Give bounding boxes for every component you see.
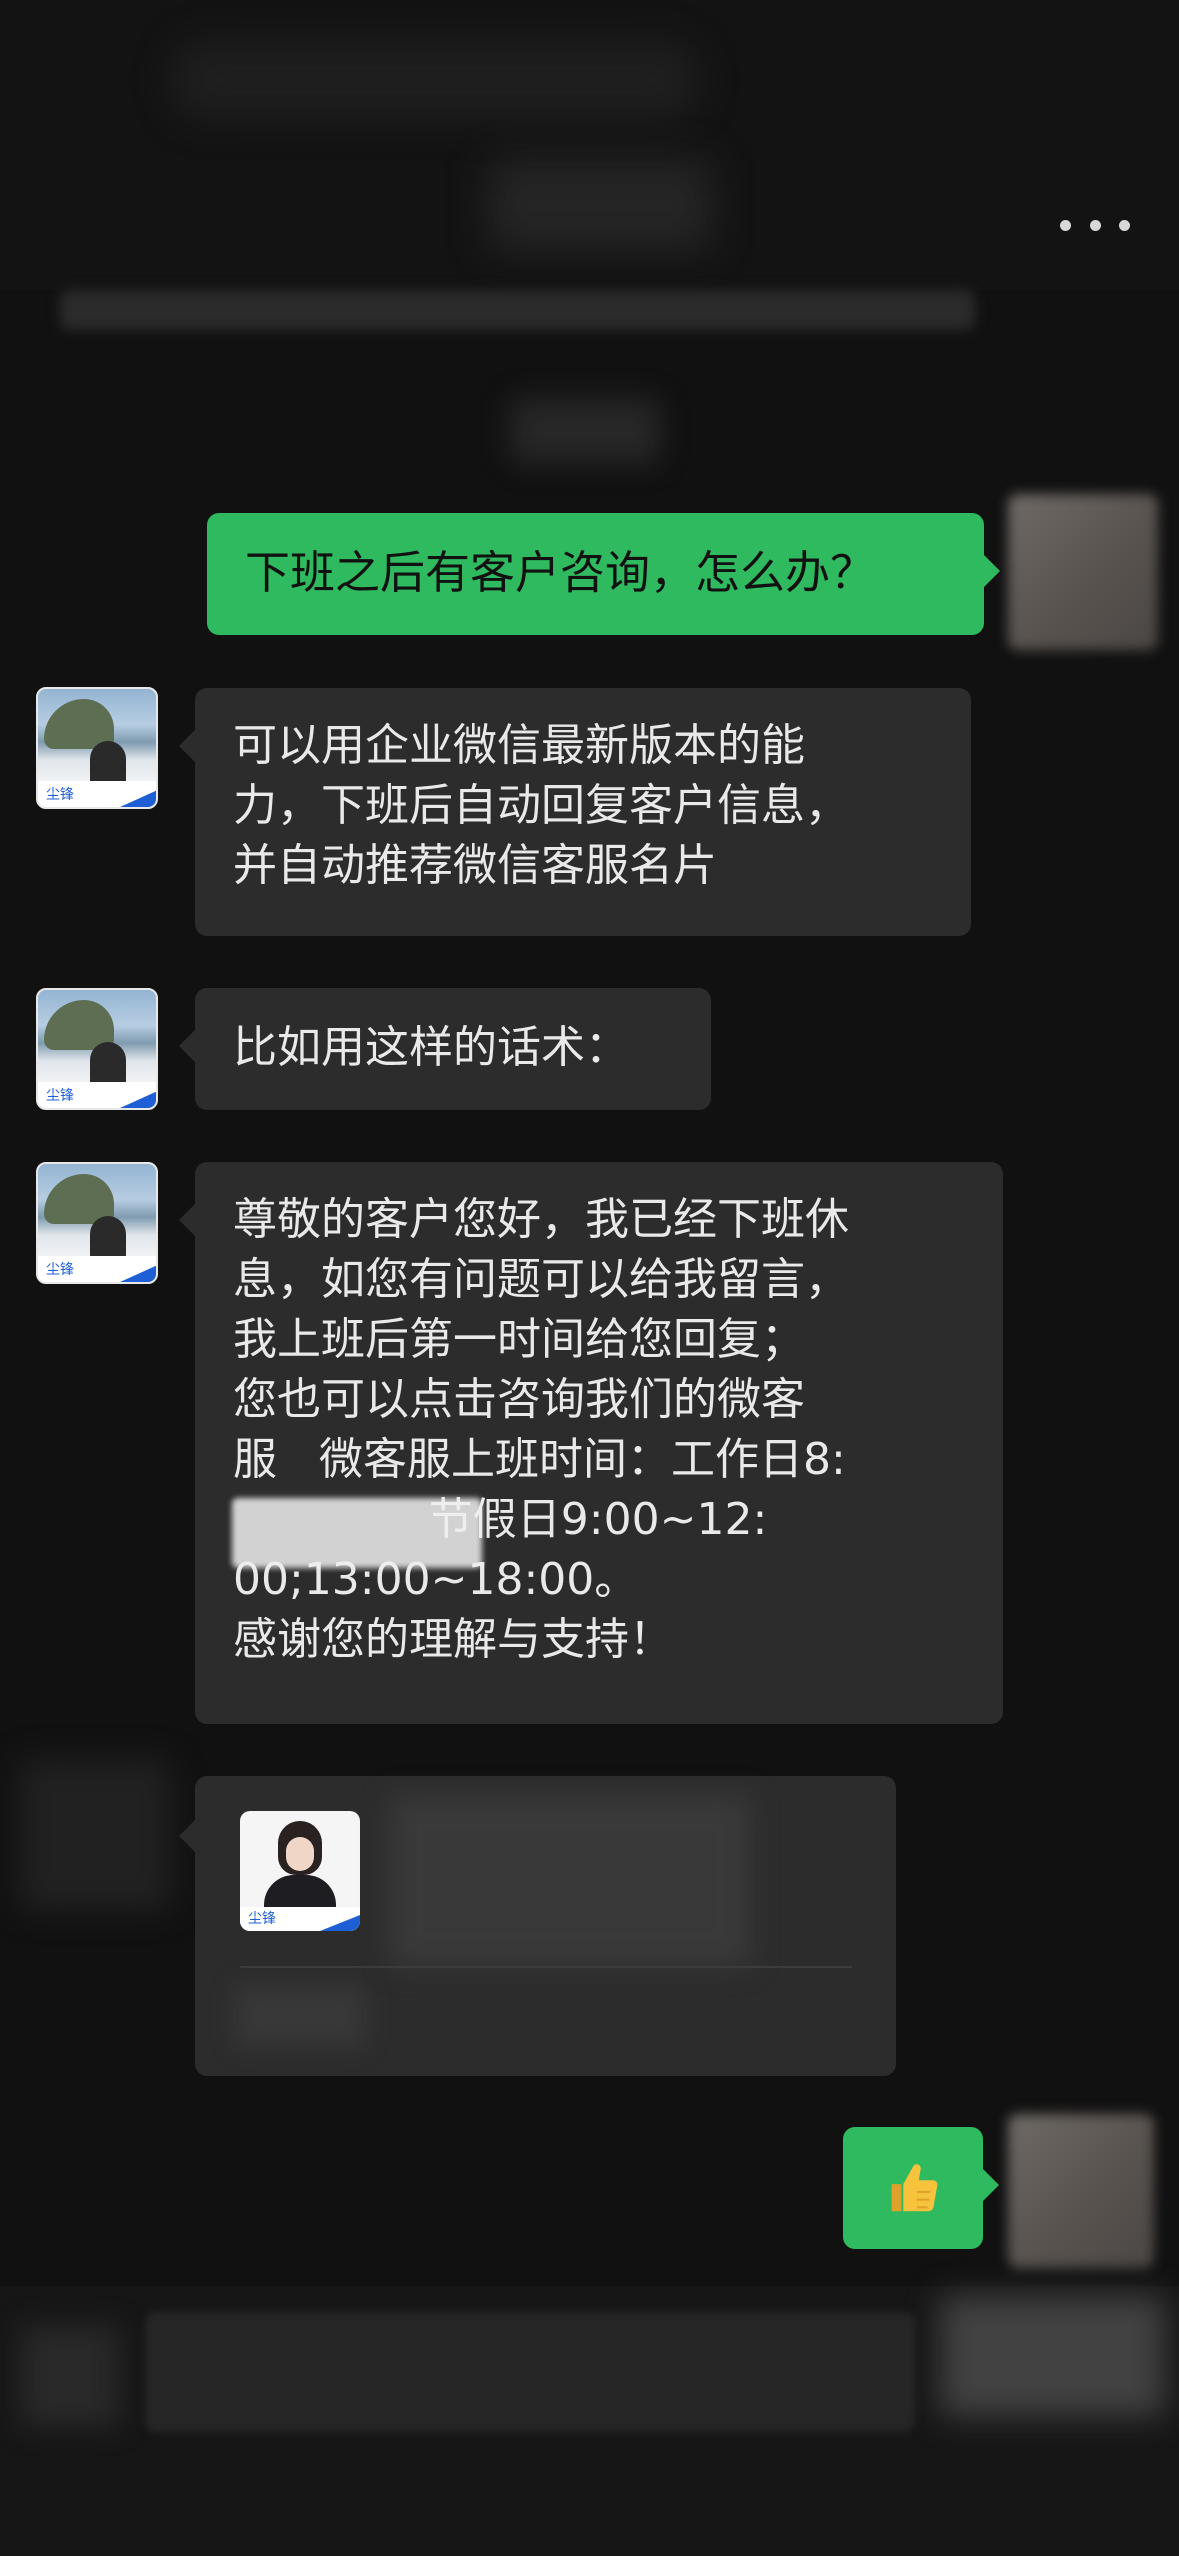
message-line: 尊敬的客户您好，我已经下班休: [233, 1194, 849, 1245]
contact-avatar[interactable]: 尘锋: [36, 1162, 158, 1284]
message-text: 比如用这样的话术：: [233, 1022, 629, 1073]
message-text: 下班之后有客户咨询，怎么办？: [245, 546, 876, 599]
avatar-brand-label: 尘锋: [46, 787, 74, 803]
card-avatar: 尘锋: [240, 1811, 360, 1931]
blurred-sender-avatar: [20, 1760, 170, 1910]
avatar-brand-label: 尘锋: [46, 1088, 74, 1104]
voice-toggle-button[interactable]: [20, 2326, 120, 2426]
card-divider: [240, 1966, 852, 1968]
message-line: 并自动推荐微信客服名片: [233, 840, 717, 891]
message-line: 我上班后第一时间给您回复；: [233, 1314, 805, 1365]
message-line: 息，如您有问题可以给我留言，: [233, 1254, 849, 1305]
contact-avatar[interactable]: 尘锋: [36, 687, 158, 809]
chat-screen: 下班之后有客户咨询，怎么办？ 尘锋 可以用企业微信最新版本的能 力，下班后自动回…: [0, 0, 1179, 2556]
contact-card-message[interactable]: 尘锋: [179, 1776, 896, 2076]
blurred-timestamp: [510, 398, 660, 464]
self-avatar[interactable]: [1008, 2114, 1154, 2268]
blurred-title: [170, 40, 700, 120]
incoming-message[interactable]: 尊敬的客户您好，我已经下班休 息，如您有问题可以给我留言， 我上班后第一时间给您…: [179, 1162, 1003, 1724]
incoming-message[interactable]: 比如用这样的话术：: [179, 988, 711, 1110]
avatar-brand-label: 尘锋: [248, 1911, 276, 1927]
blurred-card-name: [390, 1796, 750, 1966]
contact-avatar[interactable]: 尘锋: [36, 988, 158, 1110]
redacted-text: [232, 1498, 482, 1568]
outgoing-message[interactable]: 下班之后有客户咨询，怎么办？: [207, 513, 1000, 635]
message-line: 服 微客服上班时间：工作日8:: [233, 1434, 846, 1485]
message-line: 您也可以点击咨询我们的微客: [233, 1374, 805, 1425]
outgoing-message[interactable]: [843, 2127, 999, 2249]
message-line: 力，下班后自动回复客户信息，: [233, 780, 849, 831]
chat-header: [0, 0, 1179, 290]
blurred-banner: [60, 290, 975, 330]
more-options-button[interactable]: [1060, 205, 1130, 245]
message-input[interactable]: [145, 2312, 915, 2432]
more-horizontal-icon: [1060, 219, 1071, 231]
self-avatar[interactable]: [1008, 494, 1158, 650]
message-line: 可以用企业微信最新版本的能: [233, 720, 805, 771]
avatar-brand-label: 尘锋: [46, 1262, 74, 1278]
input-bar: [0, 2286, 1179, 2556]
incoming-message[interactable]: 可以用企业微信最新版本的能 力，下班后自动回复客户信息， 并自动推荐微信客服名片: [179, 688, 971, 936]
blurred-subtitle: [490, 160, 710, 250]
send-button[interactable]: [940, 2296, 1165, 2416]
message-line: 感谢您的理解与支持！: [233, 1614, 673, 1665]
blurred-card-footer: [235, 1986, 365, 2046]
thumbs-up-icon: [891, 2164, 938, 2212]
